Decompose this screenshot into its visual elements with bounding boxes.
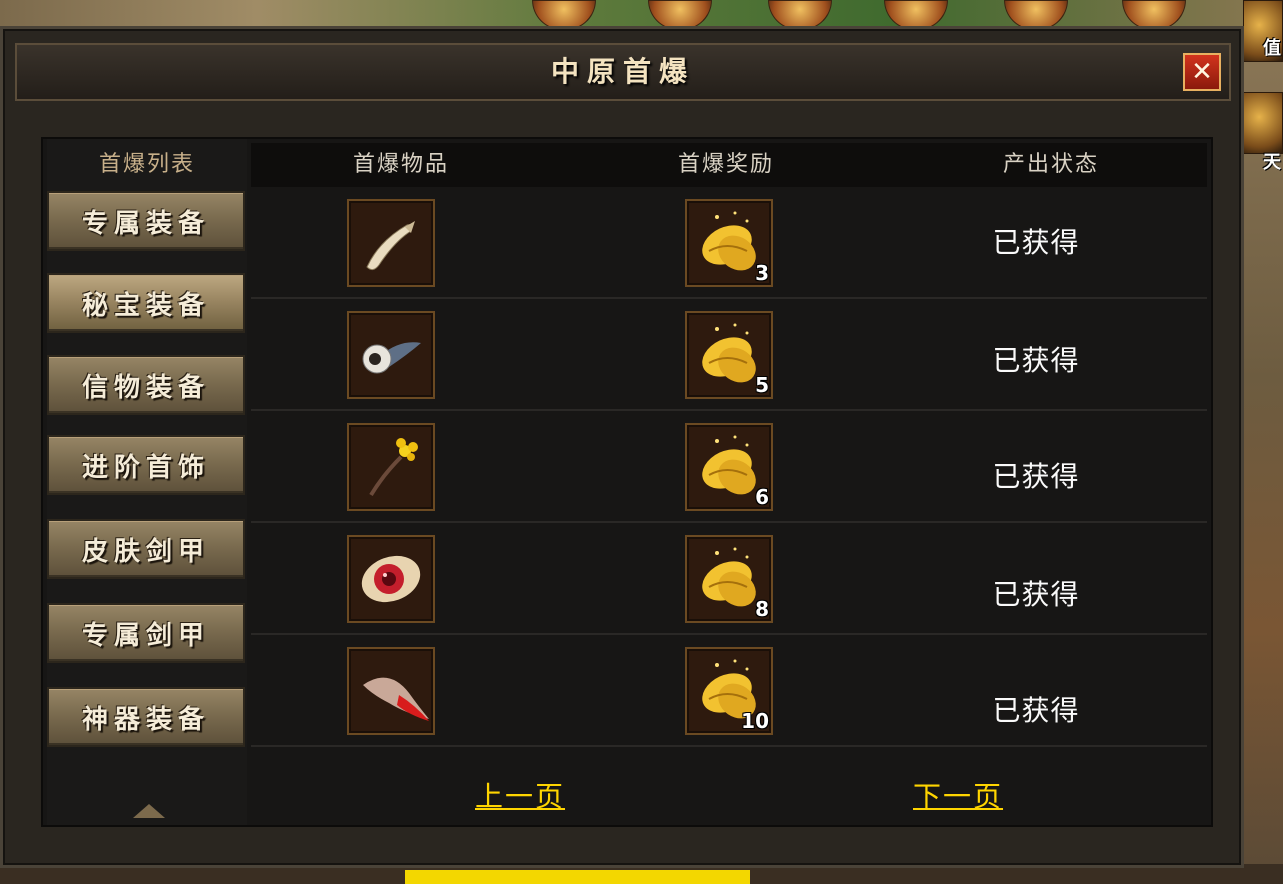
table-header: 首爆物品 首爆奖励 产出状态 <box>251 143 1207 187</box>
column-header-reward: 首爆奖励 <box>677 152 774 177</box>
reward-count: 6 <box>755 485 769 509</box>
table-row: 5 已获得 <box>251 299 1207 411</box>
reward-slot[interactable]: 5 <box>685 311 773 399</box>
reward-count: 5 <box>755 373 769 397</box>
status-text: 已获得 <box>992 344 1080 377</box>
column-header-item: 首爆物品 <box>352 152 449 177</box>
table-row: 3 已获得 <box>251 187 1207 299</box>
sidebar-item-artifact-equipment[interactable]: 神器装备 <box>47 687 245 747</box>
prev-page-link[interactable]: 上一页 <box>475 775 565 815</box>
close-button[interactable]: ✕ <box>1183 53 1221 91</box>
sidebar-item-skin-sword-armor[interactable]: 皮肤剑甲 <box>47 519 245 579</box>
reward-slot[interactable]: 8 <box>685 535 773 623</box>
system-message-bar <box>405 870 750 884</box>
first-drop-window: 中原首爆 ✕ 首爆列表 专属装备 秘宝装备 信物装备 进阶首饰 皮肤剑甲 专属剑… <box>0 26 1244 868</box>
status-text: 已获得 <box>992 578 1080 611</box>
sidebar-item-treasure-equipment[interactable]: 秘宝装备 <box>47 273 245 333</box>
item-slot[interactable] <box>347 311 435 399</box>
reward-count: 8 <box>755 597 769 621</box>
item-slot[interactable] <box>347 199 435 287</box>
side-label: 天 <box>1263 152 1281 173</box>
side-menu-icon[interactable] <box>1243 92 1283 154</box>
title-bar: 中原首爆 ✕ <box>15 43 1231 101</box>
window-title: 中原首爆 <box>550 55 695 88</box>
sidebar-item-token-equipment[interactable]: 信物装备 <box>47 355 245 415</box>
status-text: 已获得 <box>992 694 1080 727</box>
category-sidebar: 首爆列表 专属装备 秘宝装备 信物装备 进阶首饰 皮肤剑甲 专属剑甲 神器装备 <box>47 139 247 825</box>
item-slot[interactable] <box>347 647 435 735</box>
reward-slot[interactable]: 10 <box>685 647 773 735</box>
drop-table: 首爆物品 首爆奖励 产出状态 3 已获得 5 已获得 6 已获得 8 已获得 1… <box>251 139 1207 825</box>
reward-slot[interactable]: 3 <box>685 199 773 287</box>
red-feather-icon <box>363 677 429 721</box>
scroll-up-arrow-icon[interactable] <box>133 804 165 818</box>
status-text: 已获得 <box>992 226 1080 259</box>
column-header-status: 产出状态 <box>1002 152 1099 177</box>
content-panel: 首爆列表 专属装备 秘宝装备 信物装备 进阶首饰 皮肤剑甲 专属剑甲 神器装备 … <box>41 137 1213 827</box>
item-slot[interactable] <box>347 535 435 623</box>
status-text: 已获得 <box>992 460 1080 493</box>
tooth-icon <box>366 221 415 271</box>
table-row: 8 已获得 <box>251 523 1207 635</box>
sidebar-item-exclusive-equipment[interactable]: 专属装备 <box>47 191 245 251</box>
close-icon: ✕ <box>1191 57 1213 87</box>
flower-icon <box>369 438 418 497</box>
table-row: 10 已获得 <box>251 635 1207 747</box>
red-eye-icon <box>361 555 421 603</box>
side-label: 值 <box>1263 38 1281 59</box>
eyeball-icon <box>362 342 421 374</box>
item-slot[interactable] <box>347 423 435 511</box>
reward-count: 3 <box>755 261 769 285</box>
sidebar-item-advanced-jewelry[interactable]: 进阶首饰 <box>47 435 245 495</box>
next-page-link[interactable]: 下一页 <box>913 775 1003 815</box>
reward-count: 10 <box>741 709 769 733</box>
reward-slot[interactable]: 6 <box>685 423 773 511</box>
sidebar-item-exclusive-sword-armor[interactable]: 专属剑甲 <box>47 603 245 663</box>
table-row: 6 已获得 <box>251 411 1207 523</box>
sidebar-header: 首爆列表 <box>98 152 195 177</box>
